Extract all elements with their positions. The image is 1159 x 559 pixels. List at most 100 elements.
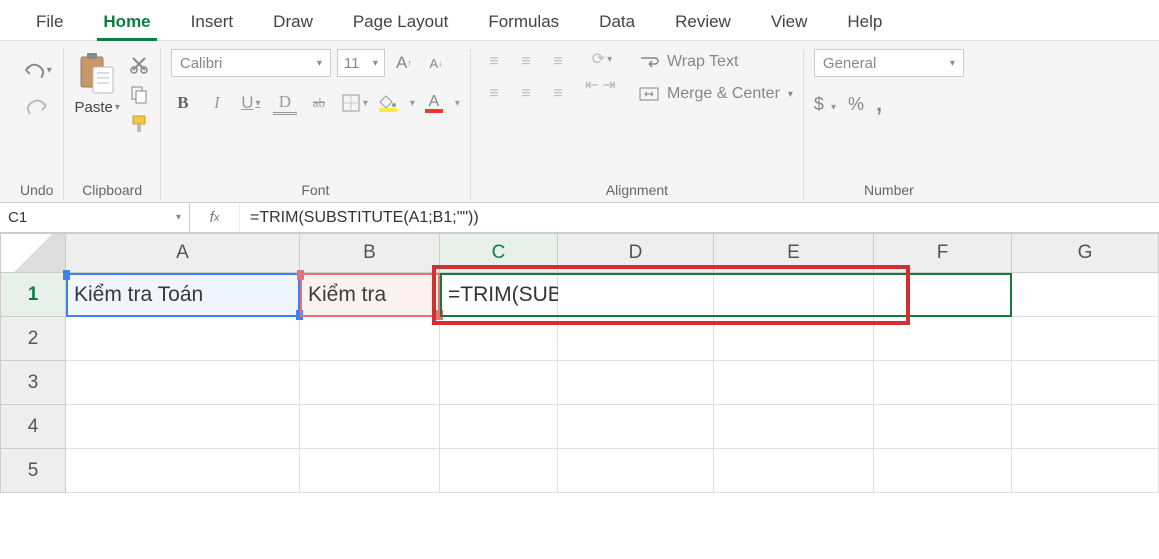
grow-font-icon[interactable]: A↑ bbox=[391, 50, 417, 76]
align-left-icon[interactable]: ≡ bbox=[481, 81, 507, 107]
row-header-1[interactable]: 1 bbox=[0, 273, 66, 317]
redo-icon[interactable] bbox=[22, 93, 52, 119]
col-header-f[interactable]: F bbox=[874, 233, 1012, 273]
align-bottom-icon[interactable]: ≡ bbox=[545, 49, 571, 75]
italic-button[interactable]: I bbox=[205, 91, 229, 115]
cell-a1[interactable]: Kiểm tra Toán bbox=[66, 273, 300, 317]
cell-f3[interactable] bbox=[874, 361, 1012, 405]
tab-help[interactable]: Help bbox=[827, 6, 902, 40]
percent-button[interactable]: % bbox=[848, 94, 864, 115]
fx-icon[interactable]: fx bbox=[190, 203, 240, 232]
cut-icon[interactable] bbox=[128, 53, 150, 75]
cell-c2[interactable] bbox=[440, 317, 558, 361]
align-right-icon[interactable]: ≡ bbox=[545, 81, 571, 107]
paste-icon[interactable] bbox=[77, 51, 117, 97]
cell-a4[interactable] bbox=[66, 405, 300, 449]
format-painter-icon[interactable] bbox=[128, 113, 150, 135]
cell-a2[interactable] bbox=[66, 317, 300, 361]
cell-g5[interactable] bbox=[1012, 449, 1159, 493]
tab-draw[interactable]: Draw bbox=[253, 6, 333, 40]
cell-f2[interactable] bbox=[874, 317, 1012, 361]
cell-b5[interactable] bbox=[300, 449, 440, 493]
cell-a5[interactable] bbox=[66, 449, 300, 493]
cell-e4[interactable] bbox=[714, 405, 874, 449]
cell-e2[interactable] bbox=[714, 317, 874, 361]
tab-home[interactable]: Home bbox=[83, 6, 170, 40]
strike-button[interactable]: ab bbox=[307, 91, 331, 115]
row-header-4[interactable]: 4 bbox=[0, 405, 66, 449]
col-header-d[interactable]: D bbox=[558, 233, 714, 273]
cell-c3[interactable] bbox=[440, 361, 558, 405]
shrink-font-icon[interactable]: A↓ bbox=[423, 50, 449, 76]
orientation-icon[interactable]: ⟳▾ bbox=[585, 49, 619, 69]
cell-c1[interactable]: =TRIM(SUBSTITUTE(A1;B1;"")) bbox=[440, 273, 558, 317]
row-header-3[interactable]: 3 bbox=[0, 361, 66, 405]
bold-button[interactable]: B bbox=[171, 91, 195, 115]
cell-e3[interactable] bbox=[714, 361, 874, 405]
col-header-e[interactable]: E bbox=[714, 233, 874, 273]
col-header-b[interactable]: B bbox=[300, 233, 440, 273]
row-header-2[interactable]: 2 bbox=[0, 317, 66, 361]
cell-a3[interactable] bbox=[66, 361, 300, 405]
cell-b3[interactable] bbox=[300, 361, 440, 405]
decrease-indent-icon[interactable]: ⇤ bbox=[585, 75, 598, 95]
tab-insert[interactable]: Insert bbox=[171, 6, 254, 40]
copy-icon[interactable] bbox=[128, 83, 150, 105]
cell-b1[interactable]: Kiểm tra bbox=[300, 273, 440, 317]
font-size-select[interactable]: 11▾ bbox=[337, 49, 385, 77]
cell-d5[interactable] bbox=[558, 449, 714, 493]
fill-color-button[interactable] bbox=[378, 94, 398, 112]
comma-button[interactable]: , bbox=[876, 91, 882, 117]
cell-c5[interactable] bbox=[440, 449, 558, 493]
select-all-corner[interactable] bbox=[0, 233, 66, 273]
align-middle-icon[interactable]: ≡ bbox=[513, 49, 539, 75]
double-underline-button[interactable]: D bbox=[273, 91, 297, 115]
name-box[interactable]: C1▾ bbox=[0, 203, 190, 232]
row-header-5[interactable]: 5 bbox=[0, 449, 66, 493]
cell-f5[interactable] bbox=[874, 449, 1012, 493]
col-header-g[interactable]: G bbox=[1012, 233, 1159, 273]
ref-handle-icon bbox=[436, 310, 443, 320]
wrap-text-button[interactable]: Wrap Text bbox=[639, 53, 793, 71]
cell-e5[interactable] bbox=[714, 449, 874, 493]
cell-d2[interactable] bbox=[558, 317, 714, 361]
borders-button[interactable]: ▾ bbox=[341, 93, 368, 113]
cell-f1[interactable] bbox=[874, 273, 1012, 317]
number-format-select[interactable]: General▾ bbox=[814, 49, 964, 77]
col-header-a[interactable]: A bbox=[66, 233, 300, 273]
tab-page-layout[interactable]: Page Layout bbox=[333, 6, 468, 40]
col-header-c[interactable]: C bbox=[440, 233, 558, 273]
cell-d3[interactable] bbox=[558, 361, 714, 405]
font-name-select[interactable]: Calibri▾ bbox=[171, 49, 331, 77]
formula-bar: C1▾ fx =TRIM(SUBSTITUTE(A1;B1;"")) bbox=[0, 203, 1159, 233]
cell-g3[interactable] bbox=[1012, 361, 1159, 405]
formula-input[interactable]: =TRIM(SUBSTITUTE(A1;B1;"")) bbox=[240, 203, 1159, 232]
cell-g4[interactable] bbox=[1012, 405, 1159, 449]
cell-b2[interactable] bbox=[300, 317, 440, 361]
cell-g1[interactable] bbox=[1012, 273, 1159, 317]
cell-g2[interactable] bbox=[1012, 317, 1159, 361]
group-clipboard: Paste▾ Clipboard bbox=[64, 49, 160, 200]
increase-indent-icon[interactable]: ⇥ bbox=[602, 75, 615, 95]
align-top-icon[interactable]: ≡ bbox=[481, 49, 507, 75]
undo-icon[interactable]: ▾ bbox=[22, 57, 52, 83]
align-center-icon[interactable]: ≡ bbox=[513, 81, 539, 107]
cell-d4[interactable] bbox=[558, 405, 714, 449]
tab-review[interactable]: Review bbox=[655, 6, 751, 40]
group-label-font: Font bbox=[301, 178, 329, 200]
cell-e1[interactable] bbox=[714, 273, 874, 317]
tab-formulas[interactable]: Formulas bbox=[468, 6, 579, 40]
merge-center-button[interactable]: Merge & Center▾ bbox=[639, 85, 793, 103]
group-label-undo: Undo bbox=[20, 178, 53, 200]
cell-c4[interactable] bbox=[440, 405, 558, 449]
currency-button[interactable]: $ ▾ bbox=[814, 94, 836, 115]
cell-f4[interactable] bbox=[874, 405, 1012, 449]
tab-data[interactable]: Data bbox=[579, 6, 655, 40]
underline-button[interactable]: U▾ bbox=[239, 91, 263, 115]
paste-button[interactable]: Paste▾ bbox=[74, 99, 119, 116]
cell-d1[interactable] bbox=[558, 273, 714, 317]
tab-view[interactable]: View bbox=[751, 6, 828, 40]
cell-b4[interactable] bbox=[300, 405, 440, 449]
font-color-button[interactable]: A bbox=[425, 93, 443, 113]
tab-file[interactable]: File bbox=[16, 6, 83, 40]
